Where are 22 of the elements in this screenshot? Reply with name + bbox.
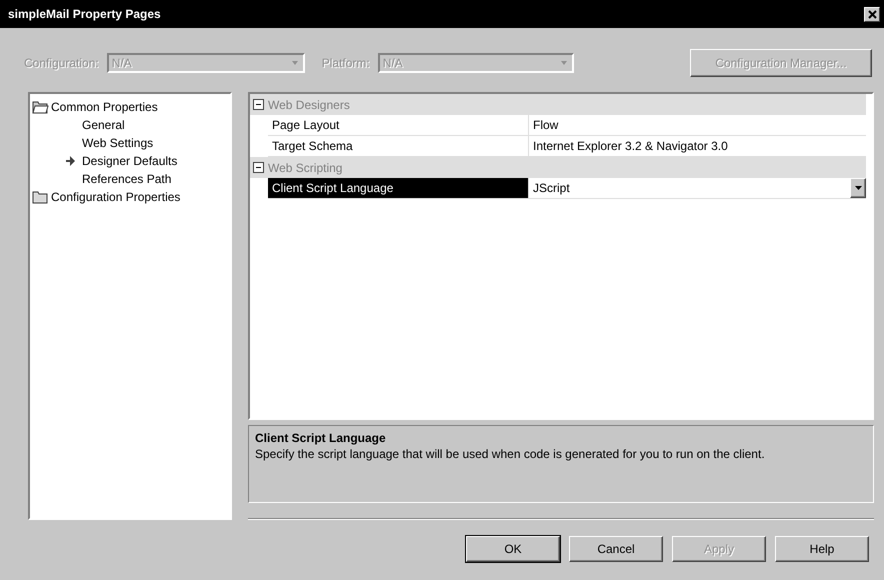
window-title: simpleMail Property Pages [8,7,161,21]
property-name[interactable]: Client Script Language [268,178,529,198]
tree-item[interactable]: Designer Defaults [80,154,180,168]
property-value: JScript [533,181,570,195]
field-label: Configuration: [24,56,99,70]
description-text: Specify the script language that will be used when code is generated for you to run on the client. [255,447,766,462]
dialog-button[interactable]: Cancel [569,536,663,562]
dialog-button[interactable]: Help [775,536,869,562]
property-name[interactable]: Target Schema [268,136,529,156]
dialog-button[interactable]: OK [466,536,560,562]
tree-item[interactable]: Web Settings [80,136,156,150]
tree-item[interactable]: Configuration Properties [49,190,182,204]
category-label: Web Scripting [268,160,342,174]
property-value: Internet Explorer 3.2 & Navigator 3.0 [533,139,728,153]
description-title: Client Script Language [255,431,387,445]
tree-item[interactable]: General [80,118,127,132]
tree-item[interactable]: Common Properties [49,100,160,114]
tree-item[interactable]: References Path [80,172,174,186]
property-name[interactable]: Page Layout [268,115,529,135]
field-label: Platform: [322,56,370,70]
category-label: Web Designers [268,98,350,112]
property-value: Flow [533,118,558,132]
